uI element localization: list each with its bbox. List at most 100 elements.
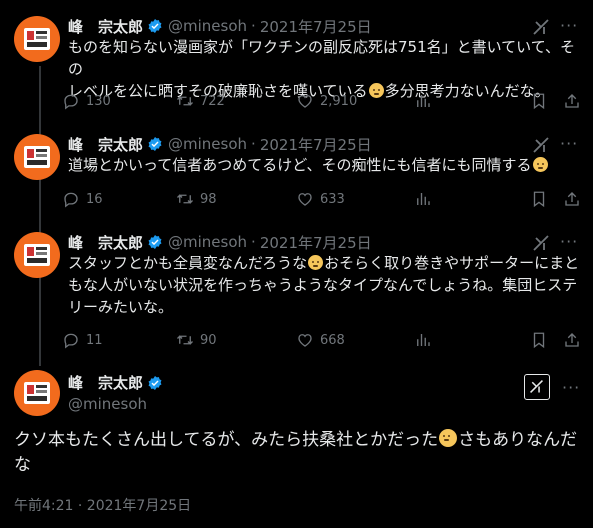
separator-dot: · (251, 135, 256, 153)
more-icon[interactable]: ··· (560, 16, 578, 35)
verified-icon (148, 375, 162, 390)
author-handle[interactable]: @minesoh (68, 395, 147, 413)
avatar[interactable] (14, 16, 60, 62)
main-author: 峰 宗太郎 (68, 372, 163, 393)
thread-line (39, 66, 41, 366)
tweet-date[interactable]: 2021年7月25日 (260, 134, 372, 155)
reply-button[interactable]: 11 (62, 331, 103, 349)
tweet-text: スタッフとかも全員変なんだろうな おそらく取り巻きやサポーターにまと もな人がいな… (68, 252, 583, 318)
like-icon (298, 95, 312, 108)
grok-icon[interactable] (531, 135, 551, 155)
tweet-line-part: スタッフとかも全員変なんだろうな おそらく取り巻きやサポーターにまと (68, 254, 579, 272)
author-name[interactable]: 峰 宗太郎 (68, 134, 143, 155)
views-icon (417, 95, 430, 107)
face-emoji-icon (532, 157, 548, 172)
views-button[interactable] (414, 331, 438, 349)
share-button[interactable] (563, 92, 587, 110)
bookmark-icon (533, 332, 545, 349)
reply-count: 16 (86, 191, 103, 207)
tweet-text-segment: 道場とかいって信者あつめてるけど、その痴性にも信者にも同情する (68, 156, 532, 174)
grok-button[interactable] (524, 374, 550, 400)
like-count: 2,910 (320, 93, 358, 109)
avatar[interactable] (14, 134, 60, 180)
main-avatar[interactable] (14, 370, 60, 416)
verified-icon (148, 19, 162, 33)
avatar[interactable] (14, 232, 60, 278)
retweet-button[interactable]: 98 (176, 190, 217, 208)
like-button[interactable]: 2,910 (296, 92, 357, 110)
author-name[interactable]: 峰 宗太郎 (68, 232, 143, 253)
like-icon (298, 334, 312, 347)
retweet-button[interactable]: 722 (176, 92, 225, 110)
reply-count: 11 (86, 332, 103, 348)
grok-icon[interactable] (531, 17, 551, 37)
tweet-header: 峰 宗太郎 @minesoh · 2021年7月25日 (68, 16, 372, 36)
face-emoji-icon (439, 429, 458, 447)
views-icon (417, 193, 430, 205)
more-icon[interactable]: ··· (560, 232, 578, 251)
tweet-line: もな人がいない状況を作っちゃうようなタイプなんでしょうね。集団ヒステ (68, 276, 578, 294)
verified-icon (148, 137, 162, 151)
verified-icon (148, 235, 162, 249)
separator-dot: · (251, 233, 256, 251)
bookmark-icon (533, 93, 545, 110)
reply-count: 130 (86, 93, 111, 109)
bookmark-button[interactable] (530, 331, 554, 349)
author-handle[interactable]: @minesoh (168, 17, 247, 35)
tweet-line: ものを知らない漫画家が「ワクチンの副反応死は751名」と書いていて、その (68, 38, 575, 78)
author-name[interactable]: 峰 宗太郎 (68, 372, 143, 393)
main-timestamp[interactable]: 午前4:21 · 2021年7月25日 (14, 495, 191, 515)
reply-icon (64, 94, 78, 110)
share-icon (565, 333, 579, 347)
reply-icon (64, 192, 78, 208)
author-handle[interactable]: @minesoh (168, 233, 247, 251)
share-icon (565, 192, 579, 206)
retweet-icon (177, 96, 193, 106)
tweet-line: リーみたいな。 (68, 298, 174, 316)
tweet-text: 道場とかいって信者あつめてるけど、その痴性にも信者にも同情する (68, 154, 583, 176)
retweet-icon (177, 194, 193, 204)
tweet-line: スタッフとかも全員変なんだろうな おそらく取り巻きやサポーターにまと (68, 252, 583, 274)
tweet-header: 峰 宗太郎 @minesoh · 2021年7月25日 (68, 134, 372, 154)
reply-button[interactable]: 16 (62, 190, 103, 208)
tweet-line: 道場とかいって信者あつめてるけど、その痴性にも信者にも同情する (68, 154, 583, 176)
action-bar: 16 98 633 (60, 190, 590, 210)
grok-icon (530, 380, 543, 393)
retweet-count: 98 (200, 191, 217, 207)
tweet-line-part: 道場とかいって信者あつめてるけど、その痴性にも信者にも同情する (68, 156, 549, 174)
tweet-date[interactable]: 2021年7月25日 (260, 232, 372, 253)
retweet-count: 90 (200, 332, 217, 348)
like-count: 668 (320, 332, 345, 348)
tweet-date[interactable]: 2021年7月25日 (260, 16, 372, 37)
tweet-line: さもありなんだ (458, 430, 578, 450)
bookmark-button[interactable] (530, 92, 554, 110)
action-bar: 130 722 2,910 (60, 92, 590, 112)
views-button[interactable] (414, 190, 438, 208)
grok-icon[interactable] (531, 233, 551, 253)
retweet-count: 722 (200, 93, 225, 109)
like-icon (298, 193, 312, 206)
tweet-text-segment: スタッフとかも全員変なんだろうな (68, 254, 308, 272)
author-handle[interactable]: @minesoh (168, 135, 247, 153)
tweet-line: クソ本もたくさん出してるが、みたら扶桑社とかだった (14, 430, 439, 450)
views-icon (417, 334, 430, 346)
share-button[interactable] (563, 331, 587, 349)
reply-icon (64, 333, 78, 349)
share-button[interactable] (563, 190, 587, 208)
retweet-icon (177, 335, 193, 345)
tweet-text-segment: おそらく取り巻きやサポーターにまと (324, 254, 580, 272)
main-tweet-text: クソ本もたくさん出してるが、みたら扶桑社とかだった さもありなんだ な (14, 428, 579, 478)
reply-button[interactable]: 130 (62, 92, 111, 110)
bookmark-icon (533, 191, 545, 208)
views-button[interactable] (414, 92, 438, 110)
author-name[interactable]: 峰 宗太郎 (68, 16, 143, 37)
like-button[interactable]: 633 (296, 190, 345, 208)
more-icon[interactable]: ··· (562, 378, 580, 397)
like-button[interactable]: 668 (296, 331, 345, 349)
retweet-button[interactable]: 90 (176, 331, 217, 349)
tweet-line: な (14, 455, 31, 475)
like-count: 633 (320, 191, 345, 207)
bookmark-button[interactable] (530, 190, 554, 208)
more-icon[interactable]: ··· (560, 134, 578, 153)
tweet-header: 峰 宗太郎 @minesoh · 2021年7月25日 (68, 232, 372, 252)
